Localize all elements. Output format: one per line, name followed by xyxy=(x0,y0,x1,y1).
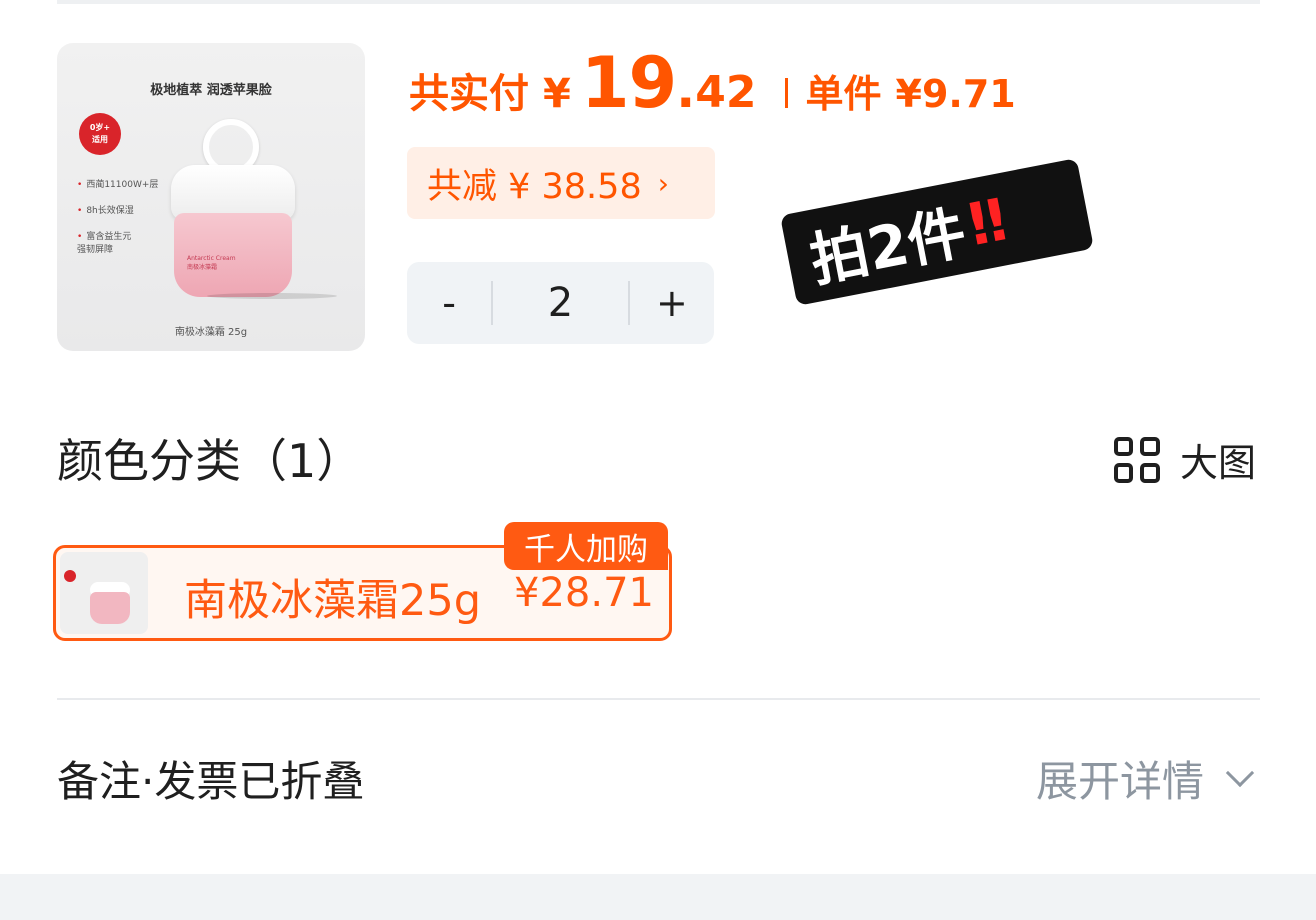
chevron-down-icon xyxy=(1225,758,1255,787)
big-image-toggle[interactable]: 大图 xyxy=(1113,432,1256,487)
jar-label: Antarctic Cream 南极冰藻霜 xyxy=(187,255,236,271)
price-dot: . xyxy=(676,61,696,119)
currency-symbol: ¥ xyxy=(543,71,571,117)
price-separator xyxy=(784,78,788,108)
increase-quantity-button[interactable]: + xyxy=(630,262,714,344)
quantity-stepper: - 2 + xyxy=(407,262,714,344)
section-divider xyxy=(57,698,1260,700)
bullet-item: • 8h长效保湿 xyxy=(77,206,134,216)
grid-icon xyxy=(1113,436,1160,483)
unit-price: ¥9.71 xyxy=(895,72,1016,116)
product-image-badge-text: 0岁+ 适用 xyxy=(89,123,111,144)
discount-chip[interactable]: 共减 ¥ 38.58 › xyxy=(407,147,715,219)
sticker-text: 拍2件 xyxy=(804,198,972,295)
quantity-value[interactable]: 2 xyxy=(493,280,628,326)
unit-price-label: 单件 xyxy=(805,72,882,116)
color-category-title: 颜色分类（1） xyxy=(57,434,363,488)
option-price: ¥28.71 xyxy=(514,570,654,616)
double-exclamation-icon: ‼ xyxy=(963,185,1012,260)
total-price-row: 共实付 ¥ 19 . 42 单件 ¥9.71 xyxy=(409,42,1016,132)
option-thumbnail xyxy=(60,552,148,634)
big-image-label: 大图 xyxy=(1179,441,1256,485)
popular-tag: 千人加购 xyxy=(504,522,668,570)
price-decimal: 42 xyxy=(695,67,757,118)
option-name: 南极冰藻霜25g xyxy=(184,576,482,626)
bullet-item: • 西蔺11100W+层 xyxy=(77,180,159,190)
decrease-quantity-button[interactable]: - xyxy=(407,262,491,344)
price-integer: 19 xyxy=(580,42,677,124)
bullet-item: • 富含益生元 强韧屏障 xyxy=(77,232,132,255)
total-price-label: 共实付 xyxy=(409,71,529,117)
discount-text: 共减 ¥ 38.58 xyxy=(427,166,642,207)
product-image-title: 极地植萃 润透苹果脸 xyxy=(150,83,272,98)
product-image-caption: 南极冰藻霜 25g xyxy=(174,327,248,338)
notes-invoice-label: 备注·发票已折叠 xyxy=(57,757,365,806)
chevron-right-icon: › xyxy=(657,166,669,200)
product-image-bullets: • 西蔺11100W+层 • 8h长效保湿 • 富含益生元 强韧屏障 xyxy=(77,179,158,270)
expand-details-label: 展开详情 xyxy=(1035,757,1204,806)
product-image-badge: 0岁+ 适用 xyxy=(79,113,121,155)
buy-two-sticker: 拍2件 ‼ xyxy=(779,158,1095,306)
product-image[interactable]: 极地植萃 润透苹果脸 0岁+ 适用 • 西蔺11100W+层 • 8h长效保湿 • 富… xyxy=(57,43,365,351)
top-divider xyxy=(57,0,1260,4)
jar-shadow xyxy=(207,293,337,299)
bottom-band xyxy=(0,874,1316,920)
expand-details-button[interactable]: 展开详情 xyxy=(1035,748,1255,809)
